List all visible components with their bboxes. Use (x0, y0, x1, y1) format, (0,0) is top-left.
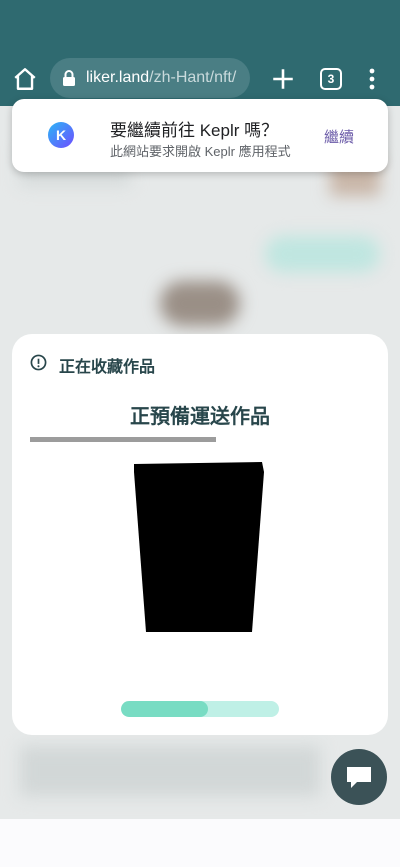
continue-button[interactable]: 繼續 (324, 126, 354, 147)
info-icon (30, 354, 47, 371)
loading-bar (121, 701, 279, 717)
url-text: liker.land/zh-Hant/nft/ (86, 69, 236, 87)
dialog-title: 正預備運送作品 (130, 406, 270, 428)
keplr-app-icon: K (48, 122, 74, 148)
address-bar[interactable]: liker.land/zh-Hant/nft/ (50, 58, 250, 98)
prompt-title: 要繼續前往 Keplr 嗎？ (110, 121, 279, 140)
open-app-prompt: K 要繼續前往 Keplr 嗎？ 此網站要求開啟 Keplr 應用程式 繼續 (12, 99, 388, 172)
status-bar (0, 0, 400, 52)
url-path: /zh-Hant/nft/ (149, 69, 237, 86)
artwork-image (134, 462, 264, 632)
more-vert-icon[interactable] (364, 66, 380, 92)
chat-button[interactable] (331, 749, 387, 805)
bottom-bar (0, 819, 400, 867)
prompt-subtitle: 此網站要求開啟 Keplr 應用程式 (110, 144, 291, 159)
url-host: liker.land (86, 69, 150, 86)
browser-toolbar: liker.land/zh-Hant/nft/ 3 (0, 52, 400, 106)
home-icon[interactable] (12, 66, 38, 92)
loading-bar-fill (121, 701, 208, 717)
tabs-icon[interactable]: 3 (320, 68, 342, 90)
plus-icon[interactable] (270, 66, 296, 92)
collect-dialog: 正在收藏作品 正預備運送作品 (12, 334, 388, 735)
progress-line (30, 437, 216, 442)
chat-icon (347, 767, 371, 788)
dialog-header: 正在收藏作品 (59, 359, 156, 376)
lock-icon (63, 70, 75, 86)
